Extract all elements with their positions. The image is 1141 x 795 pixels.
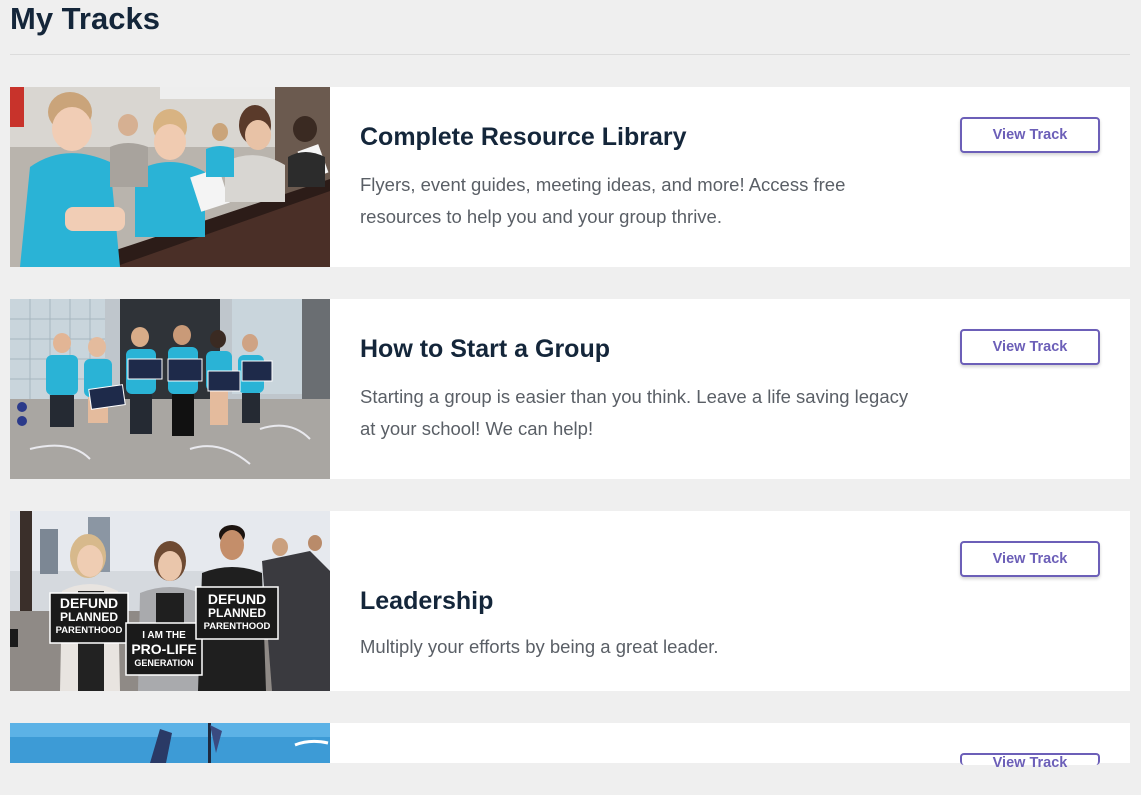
view-track-button[interactable]: View Track [960,329,1100,365]
page-title: My Tracks [10,1,160,36]
track-title[interactable]: How to Start a Group [360,334,610,364]
students-at-counter-photo [10,87,330,267]
sign-defund-right: DEFUND PLANNED PARENTHOOD [203,591,271,632]
sign-defund-left: DEFUND PLANNED PARENTHOOD [55,595,123,636]
track-card: How to Start a Group Starting a group is… [10,299,1130,479]
track-card: View Track [10,723,1130,771]
title-divider [10,54,1130,55]
track-thumbnail-image[interactable] [10,723,330,763]
view-track-button[interactable]: View Track [960,541,1100,577]
track-title[interactable]: Leadership [360,586,493,616]
track-thumbnail-image[interactable] [10,87,330,267]
outdoor-event-photo [10,723,330,763]
track-description: Multiply your efforts by being a great l… [360,636,719,657]
view-track-button[interactable]: View Track [960,117,1100,153]
track-title[interactable]: Complete Resource Library [360,122,687,152]
track-thumbnail-image[interactable] [10,299,330,479]
sign-prolife: I AM THE PRO-LIFE GENERATION [131,630,197,668]
view-track-button[interactable]: View Track [960,753,1100,771]
track-list: Complete Resource Library Flyers, event … [10,87,1130,795]
track-card: Complete Resource Library Flyers, event … [10,87,1130,267]
track-card: DEFUND PLANNED PARENTHOOD I AM THE PRO-L… [10,511,1130,691]
track-description: Flyers, event guides, meeting ideas, and… [360,174,846,227]
track-description: Starting a group is easier than you thin… [360,386,909,439]
track-thumbnail-image[interactable]: DEFUND PLANNED PARENTHOOD I AM THE PRO-L… [10,511,330,691]
group-holding-signs-photo [10,299,330,479]
